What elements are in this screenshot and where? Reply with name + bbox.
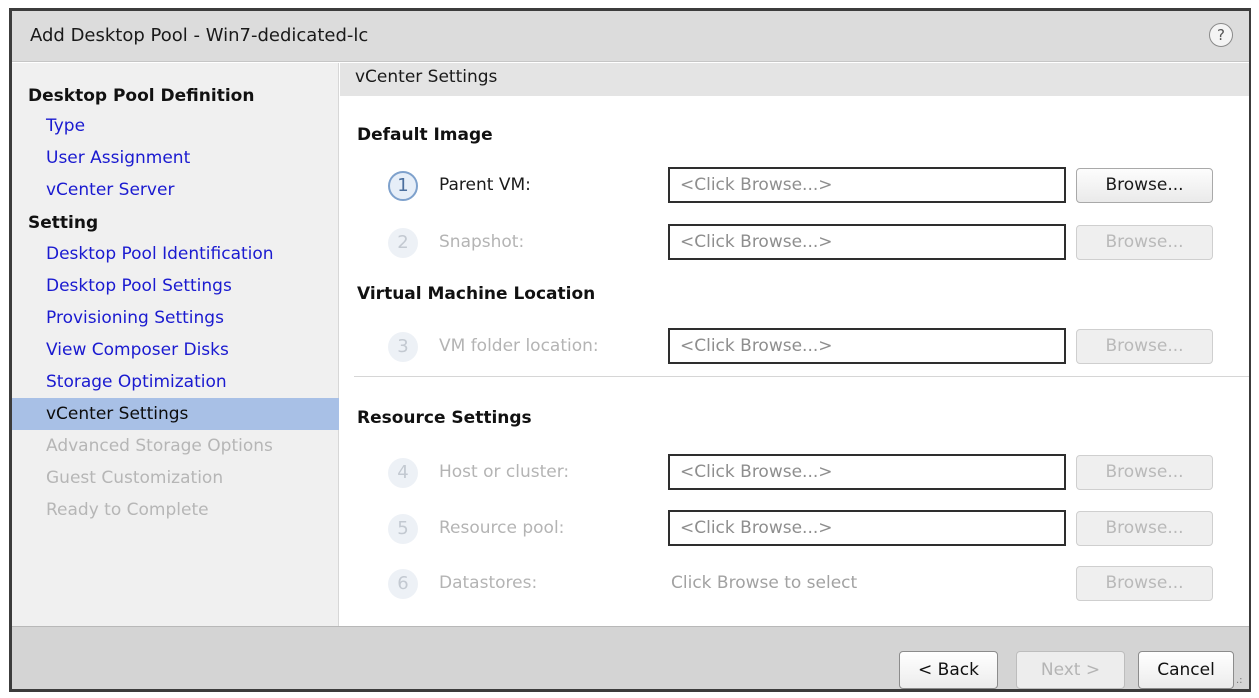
vcenter-settings-panel: vCenter Settings Default Image 1 Parent … <box>340 63 1249 626</box>
back-button[interactable]: < Back <box>899 651 998 689</box>
sidebar-item-type[interactable]: Type <box>12 110 339 142</box>
group-title-resource-settings: Resource Settings <box>357 408 532 428</box>
snapshot-row: 2 Snapshot: <Click Browse...> Browse... <box>340 224 1249 268</box>
snapshot-label: Snapshot: <box>439 232 525 252</box>
parent-vm-row: 1 Parent VM: <Click Browse...> Browse... <box>340 167 1249 211</box>
sidebar-item-user-assignment[interactable]: User Assignment <box>12 142 339 174</box>
step-number-badge: 4 <box>388 458 418 488</box>
vm-folder-location-field: <Click Browse...> <box>668 328 1066 364</box>
add-desktop-pool-dialog: Add Desktop Pool - Win7-dedicated-lc ? D… <box>9 8 1251 692</box>
dialog-footer: < Back Next > Cancel .: <box>12 626 1249 689</box>
step-number-badge: 2 <box>388 228 418 258</box>
sidebar-item-desktop-pool-settings[interactable]: Desktop Pool Settings <box>12 270 339 302</box>
sidebar-item-view-composer-disks[interactable]: View Composer Disks <box>12 334 339 366</box>
step-number-badge: 3 <box>388 332 418 362</box>
resize-grip-icon[interactable]: .: <box>1236 676 1246 686</box>
resource-pool-browse-button: Browse... <box>1076 511 1213 546</box>
help-icon[interactable]: ? <box>1209 23 1233 47</box>
parent-vm-label: Parent VM: <box>439 175 531 195</box>
step-number-badge: 5 <box>388 514 418 544</box>
datastores-label: Datastores: <box>439 573 538 593</box>
group-title-default-image: Default Image <box>357 125 493 145</box>
sidebar-item-vcenter-server[interactable]: vCenter Server <box>12 174 339 206</box>
dialog-titlebar[interactable]: Add Desktop Pool - Win7-dedicated-lc ? <box>12 11 1249 62</box>
sidebar-item-storage-optimization[interactable]: Storage Optimization <box>12 366 339 398</box>
next-button: Next > <box>1016 651 1125 689</box>
sidebar-item-advanced-storage-options: Advanced Storage Options <box>46 436 273 456</box>
resource-pool-field: <Click Browse...> <box>668 510 1066 546</box>
step-number-badge: 1 <box>388 171 418 201</box>
cancel-button[interactable]: Cancel <box>1138 651 1234 689</box>
wizard-step-sidebar: Desktop Pool Definition Type User Assign… <box>12 63 339 626</box>
group-title-virtual-machine-location: Virtual Machine Location <box>357 284 596 304</box>
vm-folder-location-row: 3 VM folder location: <Click Browse...> … <box>340 328 1249 372</box>
sidebar-item-provisioning-settings[interactable]: Provisioning Settings <box>12 302 339 334</box>
section-divider <box>354 376 1249 377</box>
datastores-row: 6 Datastores: Click Browse to select Bro… <box>340 566 1249 609</box>
sidebar-item-desktop-pool-identification[interactable]: Desktop Pool Identification <box>12 238 339 270</box>
datastores-value: Click Browse to select <box>671 573 858 593</box>
parent-vm-field[interactable]: <Click Browse...> <box>668 167 1066 203</box>
step-number-badge: 6 <box>388 569 418 599</box>
host-or-cluster-field: <Click Browse...> <box>668 454 1066 490</box>
resource-pool-row: 5 Resource pool: <Click Browse...> Brows… <box>340 510 1249 554</box>
parent-vm-browse-button[interactable]: Browse... <box>1076 168 1213 203</box>
sidebar-item-ready-to-complete: Ready to Complete <box>46 500 209 520</box>
host-or-cluster-label: Host or cluster: <box>439 462 570 482</box>
panel-header: vCenter Settings <box>340 63 1249 96</box>
sidebar-item-vcenter-settings[interactable]: vCenter Settings <box>12 398 339 430</box>
host-or-cluster-browse-button: Browse... <box>1076 455 1213 490</box>
datastores-browse-button: Browse... <box>1076 566 1213 601</box>
sidebar-item-guest-customization: Guest Customization <box>46 468 224 488</box>
resource-pool-label: Resource pool: <box>439 518 565 538</box>
sidebar-section-setting: Setting <box>28 213 99 233</box>
snapshot-browse-button: Browse... <box>1076 225 1213 260</box>
dialog-title: Add Desktop Pool - Win7-dedicated-lc <box>30 25 369 46</box>
vm-folder-location-browse-button: Browse... <box>1076 329 1213 364</box>
host-or-cluster-row: 4 Host or cluster: <Click Browse...> Bro… <box>340 454 1249 498</box>
vm-folder-location-label: VM folder location: <box>439 336 599 356</box>
sidebar-section-desktop-pool-definition: Desktop Pool Definition <box>28 86 255 106</box>
snapshot-field: <Click Browse...> <box>668 224 1066 260</box>
